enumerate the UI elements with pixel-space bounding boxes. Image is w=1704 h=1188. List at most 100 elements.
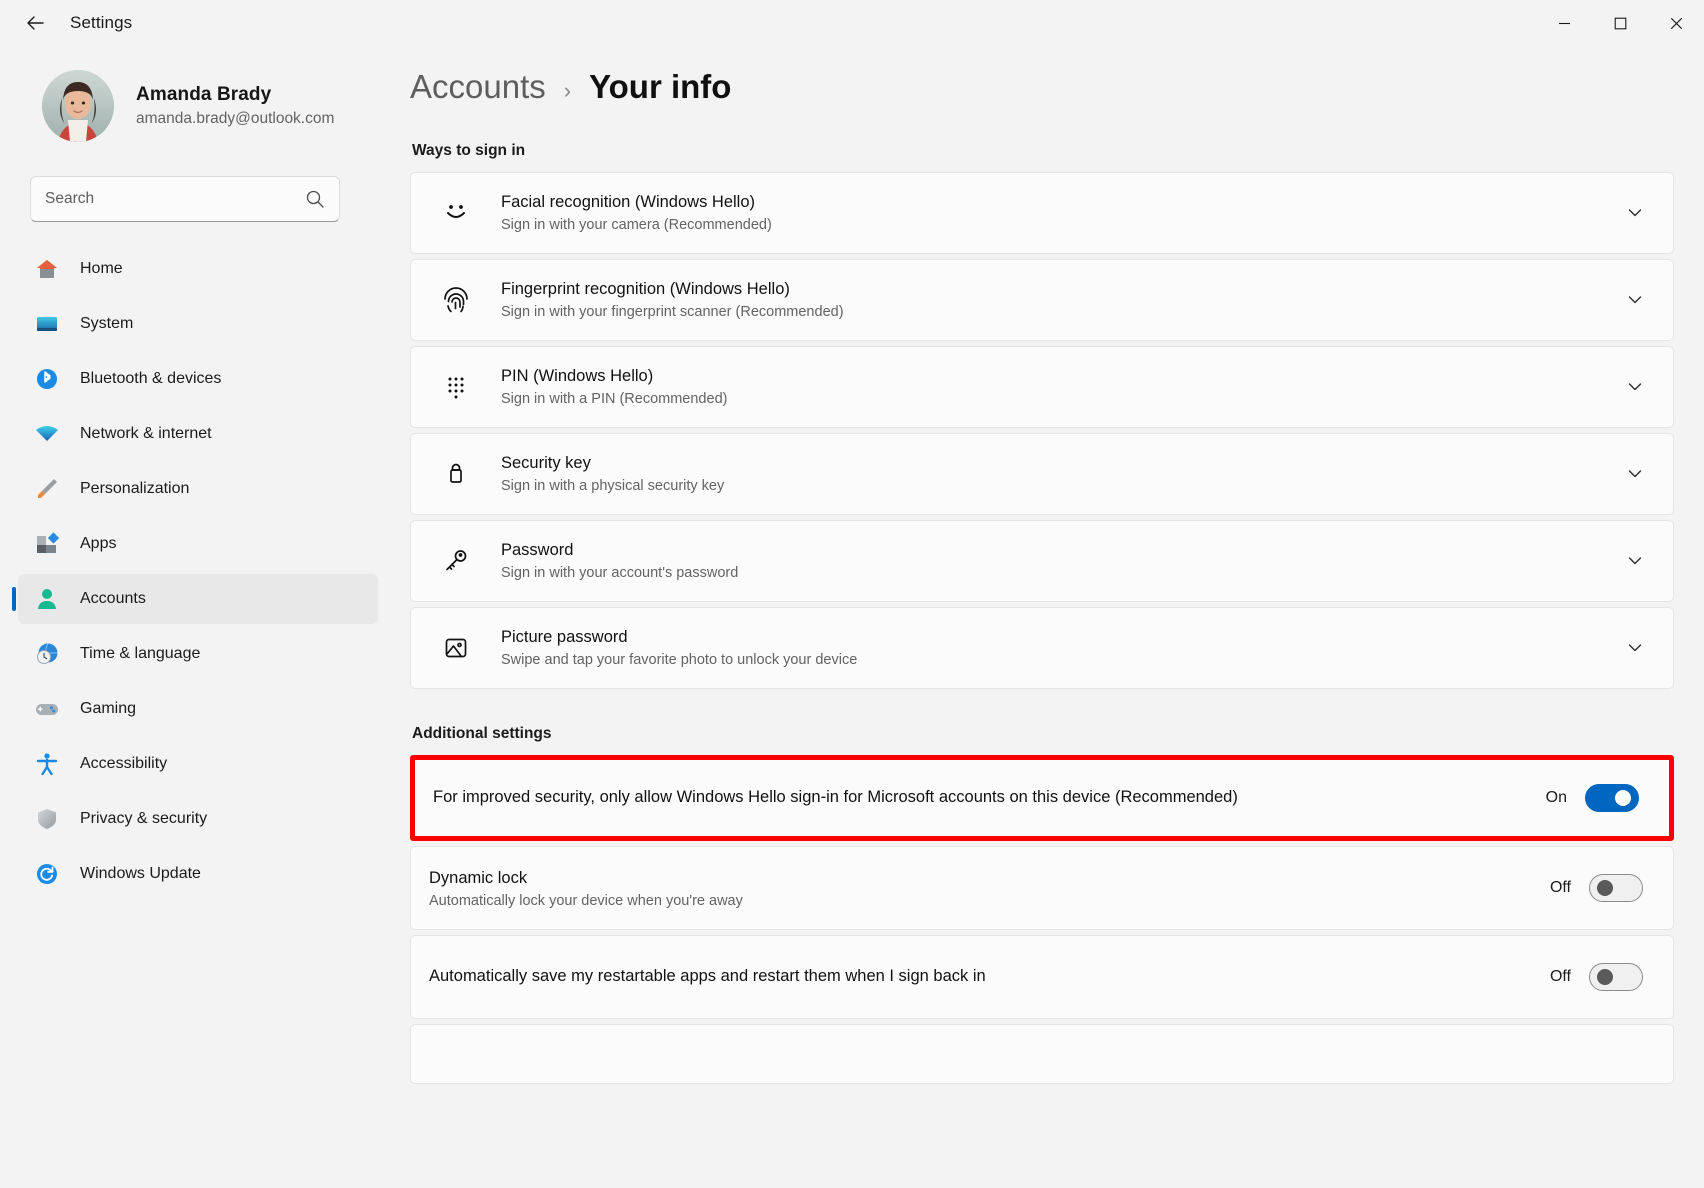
- key-icon: [439, 544, 473, 578]
- user-profile[interactable]: Amanda Brady amanda.brady@outlook.com: [0, 58, 400, 154]
- sidebar-item-label: Privacy & security: [80, 810, 207, 828]
- windows-hello-only-toggle[interactable]: [1585, 784, 1639, 812]
- setting-row-text: For improved security, only allow Window…: [433, 786, 1541, 810]
- maximize-icon: [1614, 17, 1627, 30]
- signin-option-title: Password: [501, 539, 1619, 561]
- window-title: Settings: [70, 13, 132, 33]
- signin-option-facial-recognition[interactable]: Facial recognition (Windows Hello) Sign …: [410, 172, 1674, 254]
- face-smile-icon: [439, 196, 473, 230]
- chevron-down-icon[interactable]: [1619, 197, 1651, 229]
- setting-row-text: Automatically save my restartable apps a…: [429, 965, 1545, 989]
- sidebar-item-privacy-security[interactable]: Privacy & security: [18, 794, 378, 844]
- settings-window: Settings: [0, 0, 1704, 1188]
- maximize-button[interactable]: [1592, 0, 1648, 46]
- setting-row-windows-hello-only[interactable]: For improved security, only allow Window…: [415, 760, 1669, 836]
- back-arrow-icon: [24, 12, 46, 34]
- avatar-photo-icon: [42, 70, 114, 142]
- signin-option-pin[interactable]: PIN (Windows Hello) Sign in with a PIN (…: [410, 346, 1674, 428]
- sidebar-item-label: Windows Update: [80, 865, 201, 883]
- signin-option-subtitle: Sign in with a physical security key: [501, 477, 1619, 497]
- toggle-knob: [1615, 790, 1631, 806]
- toggle-state-label: Off: [1545, 879, 1571, 897]
- signin-option-text: Security key Sign in with a physical sec…: [501, 452, 1619, 497]
- close-icon: [1670, 17, 1683, 30]
- main-content: Accounts › Your info Ways to sign in Fac…: [400, 46, 1704, 1188]
- search-input[interactable]: [45, 190, 305, 208]
- setting-row-title: Dynamic lock: [429, 867, 1525, 891]
- signin-option-title: Facial recognition (Windows Hello): [501, 191, 1619, 213]
- signin-option-text: Picture password Swipe and tap your favo…: [501, 626, 1619, 671]
- setting-row-dynamic-lock[interactable]: Dynamic lock Automatically lock your dev…: [410, 846, 1674, 930]
- sidebar-item-windows-update[interactable]: Windows Update: [18, 849, 378, 899]
- sidebar-item-accounts[interactable]: Accounts: [18, 574, 378, 624]
- back-button[interactable]: [14, 2, 56, 44]
- signin-option-subtitle: Sign in with your camera (Recommended): [501, 216, 1619, 236]
- sidebar-item-label: Home: [80, 260, 123, 278]
- page-title: Your info: [589, 68, 731, 106]
- toggle-area: Off: [1545, 874, 1643, 902]
- sidebar-item-label: Time & language: [80, 645, 200, 663]
- signin-option-text: Password Sign in with your account's pas…: [501, 539, 1619, 584]
- ways-to-sign-in-heading: Ways to sign in: [412, 142, 1674, 160]
- sidebar-item-label: Bluetooth & devices: [80, 370, 221, 388]
- sidebar-item-bluetooth-devices[interactable]: Bluetooth & devices: [18, 354, 378, 404]
- system-icon: [32, 309, 62, 339]
- apps-icon: [32, 529, 62, 559]
- sidebar-item-label: Gaming: [80, 700, 136, 718]
- security-key-icon: [439, 457, 473, 491]
- sidebar-item-gaming[interactable]: Gaming: [18, 684, 378, 734]
- setting-row-title: For improved security, only allow Window…: [433, 786, 1521, 810]
- signin-option-picture-password[interactable]: Picture password Swipe and tap your favo…: [410, 607, 1674, 689]
- restartable-apps-toggle[interactable]: [1589, 963, 1643, 991]
- signin-option-security-key[interactable]: Security key Sign in with a physical sec…: [410, 433, 1674, 515]
- toggle-area: Off: [1545, 963, 1643, 991]
- breadcrumb-parent[interactable]: Accounts: [410, 68, 546, 106]
- signin-option-subtitle: Swipe and tap your favorite photo to unl…: [501, 651, 1619, 671]
- setting-row-partial[interactable]: [410, 1024, 1674, 1084]
- account-person-icon: [32, 584, 62, 614]
- setting-row-restartable-apps[interactable]: Automatically save my restartable apps a…: [410, 935, 1674, 1019]
- home-icon: [32, 254, 62, 284]
- sidebar-item-time-language[interactable]: Time & language: [18, 629, 378, 679]
- picture-icon: [439, 631, 473, 665]
- sidebar-item-label: Network & internet: [80, 425, 212, 443]
- profile-meta: Amanda Brady amanda.brady@outlook.com: [136, 84, 334, 128]
- sidebar-item-apps[interactable]: Apps: [18, 519, 378, 569]
- signin-option-fingerprint-recognition[interactable]: Fingerprint recognition (Windows Hello) …: [410, 259, 1674, 341]
- sidebar-item-label: Personalization: [80, 480, 189, 498]
- chevron-down-icon[interactable]: [1619, 632, 1651, 664]
- accessibility-icon: [32, 749, 62, 779]
- profile-email: amanda.brady@outlook.com: [136, 110, 334, 128]
- chevron-down-icon[interactable]: [1619, 458, 1651, 490]
- sidebar-nav: Home System: [0, 244, 400, 1188]
- chevron-down-icon[interactable]: [1619, 545, 1651, 577]
- signin-option-title: PIN (Windows Hello): [501, 365, 1619, 387]
- signin-option-subtitle: Sign in with a PIN (Recommended): [501, 390, 1619, 410]
- sidebar-item-network-internet[interactable]: Network & internet: [18, 409, 378, 459]
- highlight-annotation: For improved security, only allow Window…: [410, 755, 1674, 841]
- additional-settings-heading: Additional settings: [412, 725, 1674, 743]
- sidebar-item-personalization[interactable]: Personalization: [18, 464, 378, 514]
- sidebar-item-label: Accessibility: [80, 755, 167, 773]
- search-box[interactable]: [30, 176, 340, 222]
- sidebar-item-accessibility[interactable]: Accessibility: [18, 739, 378, 789]
- signin-option-password[interactable]: Password Sign in with your account's pas…: [410, 520, 1674, 602]
- sidebar-item-home[interactable]: Home: [18, 244, 378, 294]
- toggle-knob: [1597, 880, 1613, 896]
- window-controls: [1536, 0, 1704, 46]
- window-body: Amanda Brady amanda.brady@outlook.com: [0, 46, 1704, 1188]
- signin-option-text: Facial recognition (Windows Hello) Sign …: [501, 191, 1619, 236]
- toggle-state-label: On: [1541, 789, 1567, 807]
- toggle-state-label: Off: [1545, 968, 1571, 986]
- shield-icon: [32, 804, 62, 834]
- clock-globe-icon: [32, 639, 62, 669]
- signin-option-subtitle: Sign in with your fingerprint scanner (R…: [501, 303, 1619, 323]
- update-refresh-icon: [32, 859, 62, 889]
- close-button[interactable]: [1648, 0, 1704, 46]
- chevron-down-icon[interactable]: [1619, 284, 1651, 316]
- dynamic-lock-toggle[interactable]: [1589, 874, 1643, 902]
- minimize-button[interactable]: [1536, 0, 1592, 46]
- chevron-down-icon[interactable]: [1619, 371, 1651, 403]
- search-icon: [305, 189, 325, 209]
- sidebar-item-system[interactable]: System: [18, 299, 378, 349]
